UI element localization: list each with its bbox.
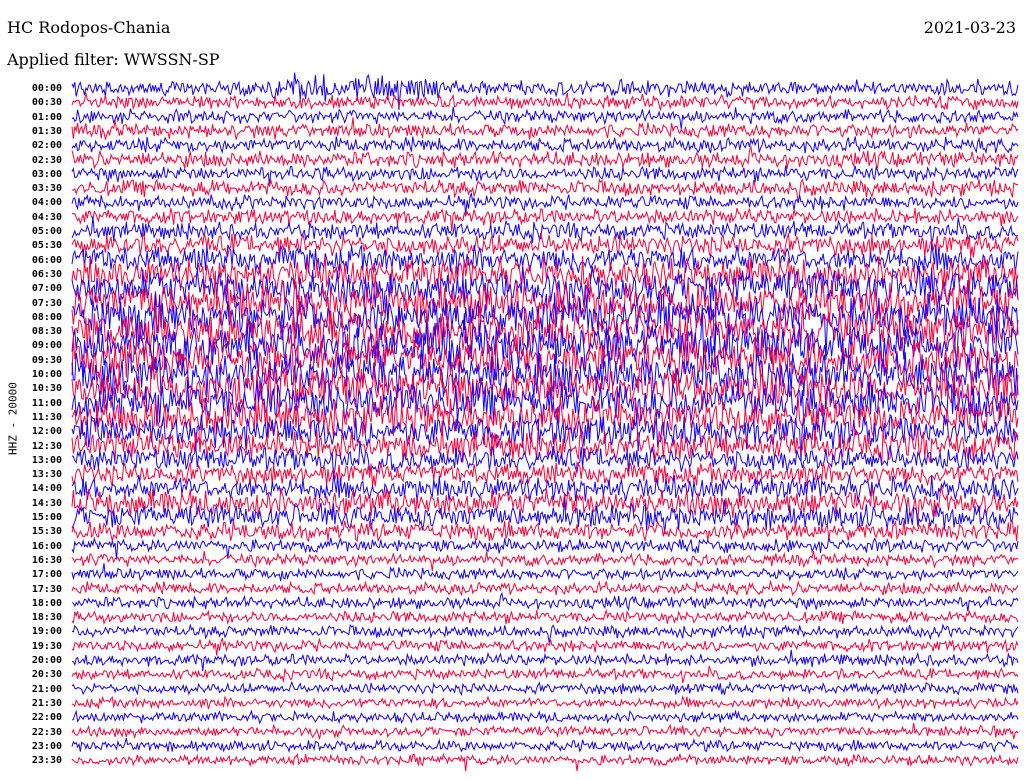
hour-tick-label: 12:00 (31, 426, 62, 438)
hour-tick-label: 05:30 (31, 240, 62, 252)
hour-tick-label: 16:00 (31, 540, 62, 552)
record-date: 2021-03-23 (923, 18, 1016, 37)
hour-tick-label: 00:00 (31, 83, 62, 94)
trace-line (71, 623, 1019, 643)
seismogram-page: HC Rodopos-Chania Applied filter: WWSSN-… (0, 0, 1024, 780)
hour-tick-label: 23:00 (31, 740, 62, 752)
hour-tick-label: 23:30 (31, 755, 62, 767)
hour-tick-label: 11:30 (31, 411, 62, 423)
trace-line (71, 680, 1019, 697)
hour-tick-label: 14:00 (31, 483, 62, 495)
trace-line (71, 591, 1019, 612)
hour-tick-label: 09:30 (31, 354, 62, 366)
hour-tick-label: 03:00 (31, 168, 62, 180)
trace-line (71, 165, 1019, 185)
trace-line (71, 117, 1019, 141)
trace-line (71, 579, 1019, 597)
hour-tick-label: 07:00 (31, 283, 62, 295)
hour-tick-label: 11:00 (31, 397, 62, 409)
trace-line (71, 608, 1019, 626)
trace-line (71, 709, 1019, 725)
hour-tick-label: 02:30 (31, 154, 62, 166)
hour-tick-label: 10:30 (31, 383, 62, 395)
trace-line (71, 536, 1019, 560)
trace-line (71, 519, 1019, 543)
hour-tick-label: 18:30 (31, 612, 62, 624)
trace-line (71, 665, 1019, 683)
hour-tick-label: 08:00 (31, 311, 62, 323)
hour-tick-label: 19:30 (31, 640, 62, 652)
hour-tick-label: 15:00 (31, 512, 62, 523)
trace-line (71, 460, 1019, 487)
channel-label: HHZ - 20000 (6, 382, 20, 455)
hour-tick-label: 04:00 (31, 197, 62, 209)
hour-tick-label: 03:30 (31, 183, 62, 195)
hour-tick-label: 01:00 (31, 111, 62, 123)
hour-tick-label: 21:30 (31, 697, 62, 709)
trace-line (71, 563, 1019, 582)
hour-tick-label: 07:30 (31, 297, 62, 309)
hour-tick-label: 02:00 (31, 140, 62, 152)
hour-tick-label: 13:30 (31, 469, 62, 481)
trace-line (71, 637, 1019, 656)
hour-tick-label: 22:30 (31, 726, 62, 738)
hour-tick-label: 10:00 (31, 369, 62, 380)
helicorder-plot (71, 72, 1019, 772)
hour-tick-label: 06:00 (31, 254, 62, 266)
hour-tick-label: 20:30 (31, 669, 62, 681)
hour-tick-label: 22:00 (31, 712, 62, 724)
trace-line (71, 136, 1019, 155)
hour-tick-label: 19:00 (31, 626, 62, 638)
hour-tick-label: 17:30 (31, 583, 62, 595)
trace-line (71, 752, 1019, 772)
hour-tick-label: 12:30 (31, 440, 62, 452)
hour-tick-label: 06:30 (31, 268, 62, 280)
hour-tick-label: 16:30 (31, 554, 62, 566)
trace-line (71, 722, 1019, 740)
trace-line (71, 550, 1019, 571)
hour-tick-label: 15:30 (31, 526, 62, 538)
hour-tick-label: 20:00 (31, 655, 62, 666)
hour-tick-label: 01:30 (31, 125, 62, 137)
hour-tick-label: 17:00 (31, 569, 62, 581)
trace-line (71, 92, 1019, 111)
hour-tick-label: 05:00 (31, 226, 62, 237)
hour-tick-label: 09:00 (31, 340, 62, 352)
trace-line (71, 737, 1019, 754)
trace-line (71, 144, 1019, 170)
hour-tick-label: 13:00 (31, 454, 62, 466)
trace-line (71, 106, 1019, 129)
hour-tick-label: 04:30 (31, 211, 62, 223)
trace-line (71, 694, 1019, 711)
trace-line (71, 178, 1019, 204)
hour-tick-label: 18:00 (31, 597, 62, 609)
hour-tick-label: 21:00 (31, 683, 62, 695)
hour-tick-label: 00:30 (31, 97, 62, 109)
hour-tick-label: 14:30 (31, 497, 62, 509)
trace-line (71, 497, 1019, 535)
hour-tick-label: 08:30 (31, 326, 62, 338)
